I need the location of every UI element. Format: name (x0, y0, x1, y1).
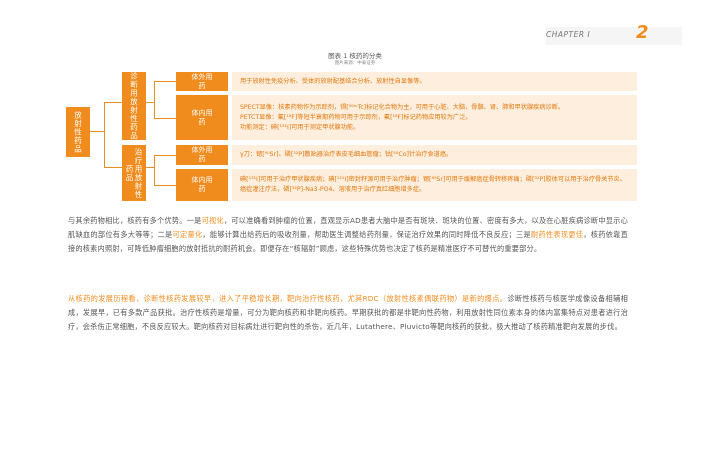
connector (154, 155, 176, 156)
page-number: 2 (636, 22, 649, 43)
connector (154, 155, 155, 186)
highlight-text: 耐药性表现更佳 (530, 230, 584, 239)
description-text: γ刀：锶[⁹⁰Sr]、磷[³²P]敷贴器治疗表皮毛细血管瘤；钴[⁶⁰Co]针治疗… (240, 151, 453, 158)
description-text: 用于放射性免疫分析、受体的放射配基结合分析、放射性自显像等。 (240, 77, 426, 85)
connector (154, 81, 155, 119)
row-label-box: 体内用药 (176, 169, 228, 201)
figure-source: 图片来源：中泰证券 (334, 61, 376, 66)
category-therapeutic-box: 治疗用放射性药品 (122, 145, 146, 201)
root-box: 放射性药品 (66, 107, 90, 157)
category-label: 诊断用放射性药品 (129, 72, 139, 140)
row-description: 用于放射性免疫分析、受体的放射配基结合分析、放射性自显像等。 (232, 72, 637, 91)
root-label: 放射性药品 (73, 110, 83, 154)
figure-title: 图表 1 核药的分类 (328, 52, 382, 60)
row-description: γ刀：锶[⁹⁰Sr]、磷[³²P]敷贴器治疗表皮毛细血管瘤；钴[⁶⁰Co]针治疗… (232, 145, 637, 165)
body-paragraph-advantages: 与其余药物相比，核药有多个优势。一是可视化，可以准确看到肿瘤的位置，直观显示AD… (68, 214, 628, 256)
row-label-box: 体外用药 (176, 72, 228, 91)
row-label-box: 体外用药 (176, 145, 228, 165)
highlight-text: 可视化 (201, 216, 224, 225)
highlight-text: 从核药的发展历程看，诊断性核药发展较早，进入了平稳增长期，靶向治疗性核药，尤其R… (68, 294, 508, 303)
connector (90, 131, 104, 132)
connector (146, 102, 154, 103)
connector (104, 102, 105, 168)
category-label: 治疗用放射性药品 (125, 147, 143, 199)
connector (104, 102, 122, 103)
paragraph-text: 与其余药物相比，核药有多个优势。一是 (68, 216, 202, 225)
paragraph-text: ，能够计算出给药后的吸收剂量，帮助医生调整给药剂量，保证治疗效果的同时降低不良反… (202, 230, 531, 239)
category-diagnostic-box: 诊断用放射性药品 (122, 72, 146, 140)
connector (154, 81, 176, 82)
row-description: SPECT显像：核素药物作为示踪剂，锝[⁹⁹ᵐTc]标记化合物为主，可用于心脏、… (232, 95, 637, 140)
connector (154, 185, 176, 186)
description-text: SPECT显像：核素药物作为示踪剂，锝[⁹⁹ᵐTc]标记化合物为主，可用于心脏、… (240, 103, 565, 131)
row-label-box: 体内用药 (176, 95, 228, 140)
connector (154, 118, 176, 119)
connector (104, 167, 122, 168)
connector (146, 167, 154, 168)
row-label: 体内用药 (191, 108, 213, 126)
body-paragraph-development: 从核药的发展历程看，诊断性核药发展较早，进入了平稳增长期，靶向治疗性核药，尤其R… (68, 292, 628, 334)
row-label: 体外用药 (191, 72, 213, 90)
row-label: 体内用药 (191, 176, 213, 193)
row-description: 碘[¹³¹I]可用于治疗甲状腺疾病；碘[¹²⁵I]密封籽源可用于治疗肿瘤；锶[⁸… (232, 169, 637, 201)
row-label: 体外用药 (191, 146, 213, 163)
highlight-text: 可定量化 (172, 230, 203, 239)
description-text: 碘[¹³¹I]可用于治疗甲状腺疾病；碘[¹²⁵I]密封籽源可用于治疗肿瘤；锶[⁸… (240, 176, 626, 193)
chapter-label: CHAPTER I (546, 30, 591, 39)
